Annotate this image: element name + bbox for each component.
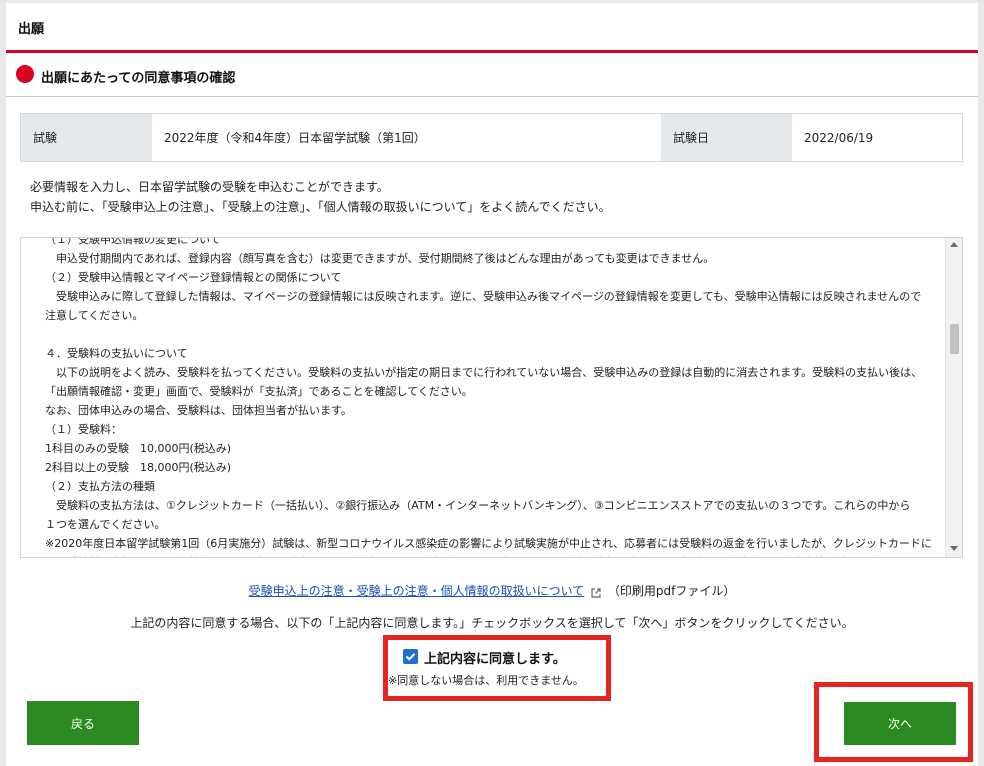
back-button[interactable]: 戻る: [27, 701, 139, 745]
exam-date-value: 2022/06/19: [792, 114, 962, 161]
terms-line: 申込受付期間内であれば、登録内容（顔写真を含む）は変更できますが、受付期間終了後…: [45, 252, 715, 265]
terms-line: ４．受験料の支払いについて: [45, 347, 188, 360]
consent-note: ※同意しない場合は、利用できません。: [388, 674, 584, 687]
checkmark-icon: [405, 653, 416, 661]
terms-line: ※2020年度日本留学試験第1回（6月実施分）試験は、新型コロナウイルス感染症の…: [45, 537, 932, 550]
section-header: 出願にあたっての同意事項の確認: [6, 53, 978, 97]
scroll-down-arrow-icon[interactable]: [950, 546, 958, 551]
exam-value: 2022年度（令和4年度）日本留学試験（第1回）: [152, 114, 661, 161]
intro-text: 必要情報を入力し、日本留学試験の受験を申込むことができます。 申込む前に、「受験…: [30, 177, 611, 217]
page-header: 出願: [6, 3, 978, 53]
terms-line: （１）受験料：: [45, 423, 122, 436]
terms-line: 受験料の支払方法は、①クレジットカード（一括払い）、②銀行振込み（ATM・インタ…: [45, 499, 911, 512]
next-button[interactable]: 次へ: [844, 702, 956, 745]
terms-line: （２）受験申込情報とマイページ登録情報との関係について: [45, 271, 342, 284]
scroll-thumb[interactable]: [950, 324, 959, 354]
terms-line: （１）受験申込情報の変更について: [45, 237, 221, 246]
exam-info-table: 試験 2022年度（令和4年度）日本留学試験（第1回） 試験日 2022/06/…: [20, 113, 963, 162]
exam-label: 試験: [21, 114, 152, 161]
terms-line: より受験料の支払いをした応募者には、迅速かつ確実にカード会社を通じて返金を行うこ…: [45, 553, 935, 557]
page-title: 出願: [18, 22, 45, 37]
terms-line: 2科目以上の受験 18,000円(税込み): [45, 461, 232, 474]
terms-scroll-box[interactable]: （１）受験申込情報の変更について 申込受付期間内であれば、登録内容（顔写真を含む…: [20, 237, 963, 558]
terms-line: （２）支払方法の種類: [45, 480, 155, 493]
agree-checkbox-label[interactable]: 上記内容に同意します。: [424, 648, 566, 667]
terms-line: 受験申込みに際して登録した情報は、マイページの登録情報には反映されます。逆に、受…: [45, 290, 922, 303]
agree-instruction: 上記の内容に同意する場合、以下の「上記内容に同意します。」チェックボックスを選択…: [130, 616, 854, 630]
intro-line-2: 申込む前に、「受験申込上の注意」、「受験上の注意」、「個人情報の取扱いについて」…: [30, 200, 611, 214]
terms-line: 「出願情報確認・変更」画面で、受験料が「支払済」であることを確認してください。: [45, 385, 473, 398]
terms-scrollbar[interactable]: [945, 238, 962, 557]
terms-line: 注意してください。: [45, 309, 144, 322]
section-title: 出願にあたっての同意事項の確認: [41, 71, 236, 86]
terms-content: （１）受験申込情報の変更について 申込受付期間内であれば、登録内容（顔写真を含む…: [45, 237, 935, 557]
scroll-up-arrow-icon[interactable]: [950, 242, 958, 247]
consent-highlight: 上記内容に同意します。 ※同意しない場合は、利用できません。: [383, 635, 611, 701]
pdf-link-row: 受験申込上の注意・受験上の注意・個人情報の取扱いについて （印刷用pdfファイル…: [0, 582, 984, 599]
red-dot-icon: [16, 65, 34, 83]
agree-checkbox[interactable]: [403, 649, 418, 664]
pdf-link[interactable]: 受験申込上の注意・受験上の注意・個人情報の取扱いについて: [249, 584, 585, 598]
terms-line: なお、団体申込みの場合、受験料は、団体担当者が払います。: [45, 404, 352, 417]
terms-line: １つを選んでください。: [45, 518, 166, 531]
exam-date-label: 試験日: [661, 114, 792, 161]
intro-line-1: 必要情報を入力し、日本留学試験の受験を申込むことができます。: [30, 180, 389, 194]
external-link-icon: [591, 587, 601, 598]
terms-line: [45, 325, 935, 344]
terms-line: 以下の説明をよく読み、受験料を払ってください。受験料の支払いが指定の期日までに行…: [45, 366, 923, 379]
pdf-suffix: （印刷用pdfファイル）: [607, 584, 736, 598]
terms-line: 1科目のみの受験 10,000円(税込み): [45, 442, 232, 455]
